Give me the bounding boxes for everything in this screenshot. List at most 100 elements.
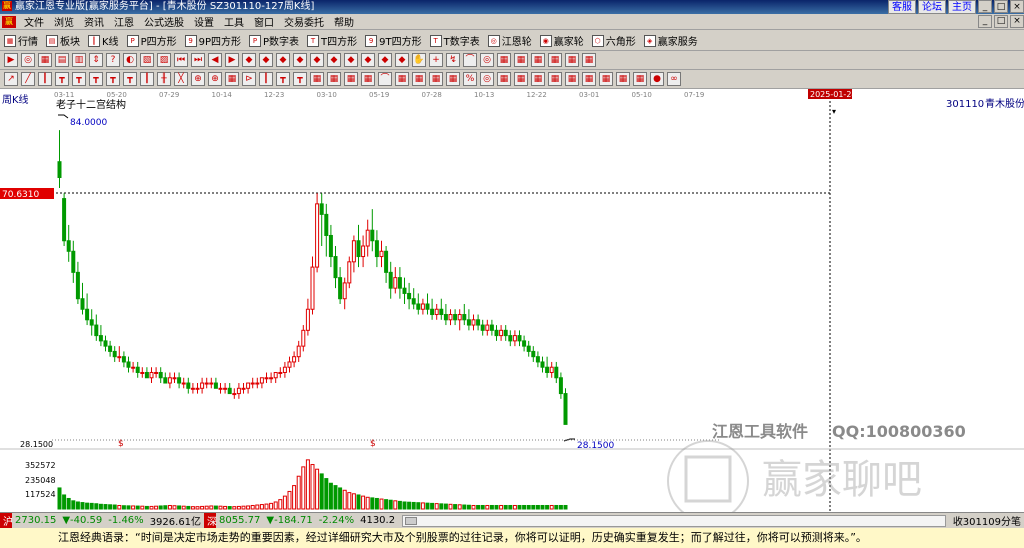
- candle-body[interactable]: [499, 329, 504, 337]
- candle-body[interactable]: [85, 308, 90, 321]
- tb-quote-button[interactable]: ▦ 行情: [0, 33, 42, 48]
- tool-a32-icon[interactable]: ▦: [531, 72, 545, 86]
- candle-body[interactable]: [190, 387, 195, 390]
- candle-body[interactable]: [177, 377, 182, 384]
- candle-body[interactable]: [462, 314, 467, 321]
- candle-body[interactable]: [563, 393, 568, 425]
- tb-t-square-button[interactable]: T T四方形: [303, 33, 361, 48]
- candle-body[interactable]: [131, 366, 136, 369]
- tool-a13-icon[interactable]: ⊕: [208, 72, 222, 86]
- candle-body[interactable]: [89, 319, 94, 326]
- candle-body[interactable]: [255, 382, 260, 385]
- candle-body[interactable]: [558, 377, 563, 395]
- tool-19-icon[interactable]: ◆: [310, 53, 324, 67]
- tool-35-icon[interactable]: ▦: [582, 53, 596, 67]
- candle-body[interactable]: [407, 292, 412, 300]
- candle-body[interactable]: [471, 319, 476, 326]
- candle-body[interactable]: [434, 308, 439, 316]
- candle-body[interactable]: [287, 361, 292, 368]
- tool-6-icon[interactable]: ⇕: [89, 53, 103, 67]
- menu-help[interactable]: 帮助: [329, 14, 359, 29]
- tool-a29-icon[interactable]: ◎: [480, 72, 494, 86]
- candle-body[interactable]: [273, 371, 278, 379]
- menu-file[interactable]: 文件: [19, 14, 49, 29]
- menu-window[interactable]: 窗口: [249, 14, 279, 29]
- candle-body[interactable]: [315, 203, 320, 268]
- tool-a2-icon[interactable]: ╱: [21, 72, 35, 86]
- tool-a21-icon[interactable]: ▦: [344, 72, 358, 86]
- candle-body[interactable]: [351, 240, 356, 263]
- candle-body[interactable]: [135, 366, 140, 373]
- tool-30-icon[interactable]: ▦: [497, 53, 511, 67]
- tool-4-icon[interactable]: ▤: [55, 53, 69, 67]
- candle-body[interactable]: [167, 377, 172, 384]
- candle-body[interactable]: [476, 319, 481, 326]
- candle-body[interactable]: [411, 298, 416, 305]
- candle-body[interactable]: [227, 387, 232, 395]
- tool-a11-icon[interactable]: ╳: [174, 72, 188, 86]
- tool-a36-icon[interactable]: ▦: [599, 72, 613, 86]
- mdi-minimize-button[interactable]: _: [978, 15, 992, 28]
- candle-body[interactable]: [425, 303, 430, 310]
- tool-7-icon[interactable]: ?: [106, 53, 120, 67]
- tool-a4-icon[interactable]: ┳: [55, 72, 69, 86]
- candle-body[interactable]: [347, 261, 352, 284]
- candle-body[interactable]: [517, 335, 522, 342]
- tb-p-square-button[interactable]: P P四方形: [123, 33, 181, 48]
- tool-a23-icon[interactable]: ⌒: [378, 72, 392, 86]
- tb-sector-button[interactable]: ▤ 板块: [42, 33, 84, 48]
- candle-body[interactable]: [264, 377, 269, 380]
- menu-tools[interactable]: 工具: [219, 14, 249, 29]
- candle-body[interactable]: [269, 377, 274, 380]
- candle-body[interactable]: [453, 314, 458, 321]
- candle-body[interactable]: [531, 350, 536, 358]
- kline-chart-svg[interactable]: 03-11 05-20 07-29 10-14 12-23 03-10 05-19 07-28…: [0, 89, 1024, 522]
- tool-a25-icon[interactable]: ▦: [412, 72, 426, 86]
- tool-17-icon[interactable]: ◆: [276, 53, 290, 67]
- candle-body[interactable]: [448, 314, 453, 321]
- tool-13-icon[interactable]: ◀: [208, 53, 222, 67]
- candle-body[interactable]: [301, 329, 306, 347]
- candle-body[interactable]: [310, 266, 315, 310]
- candle-body[interactable]: [535, 356, 540, 363]
- candle-body[interactable]: [218, 387, 223, 390]
- candle-body[interactable]: [503, 329, 508, 337]
- minimize-button[interactable]: _: [978, 0, 992, 13]
- candle-body[interactable]: [62, 198, 67, 242]
- candle-body[interactable]: [223, 387, 228, 390]
- candle-body[interactable]: [489, 324, 494, 331]
- tool-33-icon[interactable]: ▦: [548, 53, 562, 67]
- candle-body[interactable]: [126, 361, 131, 368]
- maximize-button[interactable]: □: [994, 0, 1008, 13]
- candle-body[interactable]: [430, 308, 435, 316]
- tb-gann-wheel-button[interactable]: ◎ 江恩轮: [484, 33, 536, 48]
- candle-body[interactable]: [549, 366, 554, 373]
- candle-body[interactable]: [356, 240, 361, 258]
- candle-body[interactable]: [98, 335, 103, 342]
- candle-body[interactable]: [545, 366, 550, 373]
- tool-12-icon[interactable]: ⏭: [191, 53, 205, 67]
- candle-body[interactable]: [457, 314, 462, 321]
- tool-a8-icon[interactable]: ┳: [123, 72, 137, 86]
- infinity-icon[interactable]: ∞: [667, 72, 681, 86]
- tool-24-icon[interactable]: ◆: [395, 53, 409, 67]
- tool-a17-icon[interactable]: ┳: [276, 72, 290, 86]
- candle-body[interactable]: [439, 308, 444, 316]
- menu-settings[interactable]: 设置: [189, 14, 219, 29]
- kline-chart[interactable]: 03-11 05-20 07-29 10-14 12-23 03-10 05-19 07-28…: [0, 89, 1024, 522]
- tool-a7-icon[interactable]: ┳: [106, 72, 120, 86]
- candle-body[interactable]: [246, 382, 251, 389]
- link-home[interactable]: 主页: [948, 0, 976, 14]
- tool-a38-icon[interactable]: ▦: [633, 72, 647, 86]
- tool-a28-icon[interactable]: %: [463, 72, 477, 86]
- candle-body[interactable]: [149, 371, 154, 379]
- tool-a19-icon[interactable]: ▦: [310, 72, 324, 86]
- tb-hexagon-button[interactable]: ⬡ 六角形: [588, 33, 640, 48]
- tool-a27-icon[interactable]: ▦: [446, 72, 460, 86]
- tool-a6-icon[interactable]: ┳: [89, 72, 103, 86]
- tb-p-number-button[interactable]: P P数字表: [245, 33, 303, 48]
- tool-a22-icon[interactable]: ▦: [361, 72, 375, 86]
- candle-body[interactable]: [540, 361, 545, 368]
- candle-body[interactable]: [232, 393, 237, 396]
- color-icon[interactable]: ●: [650, 72, 664, 86]
